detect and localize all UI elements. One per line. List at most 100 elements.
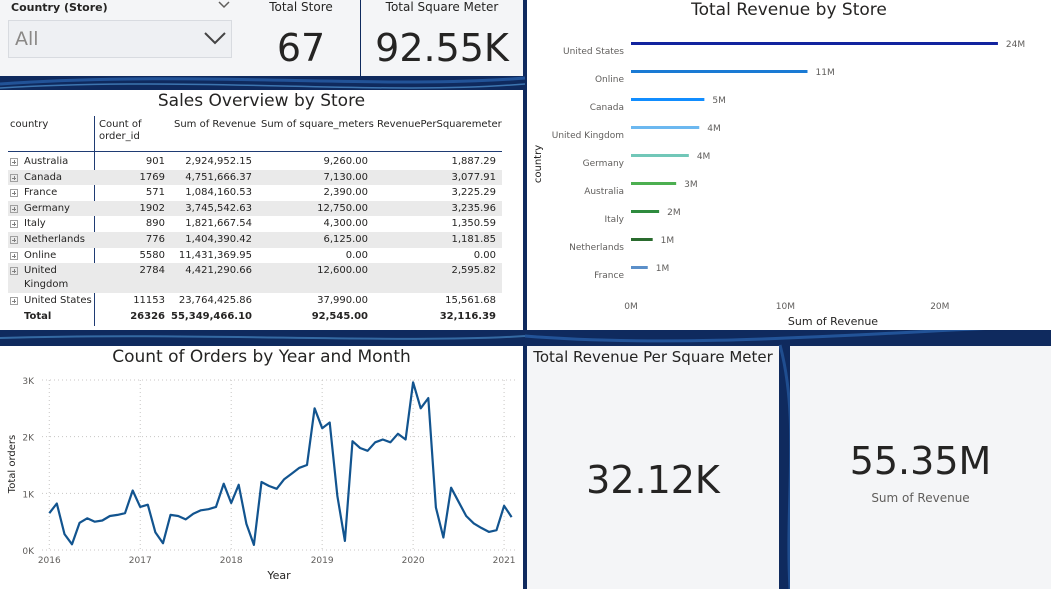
card-value: 55.35M (849, 439, 992, 483)
cell-country: Germany (24, 202, 70, 214)
y-tick-label: 3K (22, 377, 35, 387)
chevron-down-icon[interactable] (217, 0, 231, 10)
category-label: United States (563, 47, 624, 57)
total-revenue: 55,349,466.10 (171, 310, 252, 322)
data-label: 5M (712, 96, 726, 106)
cell-rpsm: 1,181.85 (451, 234, 496, 245)
expand-icon[interactable] (10, 251, 18, 260)
card-sum-revenue: 55.35M Sum of Revenue (790, 346, 1051, 589)
cell-country: Italy (24, 218, 46, 230)
cell-rpsm: 15,561.68 (445, 295, 496, 307)
cell-rpsm: 3,225.29 (451, 187, 496, 199)
cell-revenue: 4,421,290.66 (185, 265, 252, 277)
table-row: Germany 1902 3,745,542.63 12,750.00 3,235.96 (8, 200, 502, 217)
cell-rpsm: 1,887.29 (451, 156, 496, 167)
bar (631, 98, 705, 101)
dropdown-chevron-icon[interactable] (203, 30, 227, 46)
expand-icon[interactable] (10, 297, 18, 306)
y-tick-label: 2K (22, 434, 35, 444)
data-label: 1M (656, 264, 670, 274)
total-rpsm: 32,116.39 (439, 310, 496, 322)
card-title: Total Square Meter (385, 0, 499, 14)
cell-country: Australia (24, 156, 69, 167)
cell-revenue: 3,745,542.63 (185, 202, 252, 214)
revenue-by-store-chart: Total Revenue by Store United States 24M O… (527, 0, 1051, 330)
slicer-dropdown[interactable]: All (8, 20, 232, 58)
bar (631, 126, 700, 129)
data-label: 24M (1006, 40, 1025, 50)
cell-count: 901 (145, 156, 165, 167)
cell-rpsm: 2,595.82 (451, 265, 496, 277)
cell-sqm: 12,750.00 (317, 202, 368, 214)
expand-icon[interactable] (10, 236, 18, 244)
bar (631, 154, 689, 157)
table-row: Italy 890 1,821,667.54 4,300.00 1,350.59 (8, 216, 502, 232)
header-revenue[interactable]: Sum of Revenue (174, 119, 256, 131)
category-label: Netherlands (569, 243, 624, 253)
cell-revenue: 1,404,390.42 (185, 234, 252, 245)
cell-rpsm: 3,077.91 (451, 171, 496, 183)
x-tick-label: 10M (776, 302, 795, 312)
cell-sqm: 6,125.00 (323, 234, 368, 245)
header-sqm[interactable]: Sum of square_meters (261, 119, 374, 131)
cell-country: United (24, 265, 57, 277)
cell-count: 11153 (133, 295, 165, 307)
bar (631, 210, 660, 213)
category-label: Germany (583, 159, 625, 169)
data-label: 1M (661, 236, 675, 246)
data-label: 4M (707, 124, 721, 134)
data-label: 2M (667, 208, 681, 218)
table-row: France 571 1,084,160.53 2,390.00 3,225.29 (8, 185, 502, 201)
expand-icon[interactable] (10, 204, 18, 213)
country-slicer[interactable]: Country (Store) All (0, 0, 242, 76)
cell-rpsm: 3,235.96 (451, 202, 496, 214)
expand-icon[interactable] (10, 158, 18, 166)
expand-icon[interactable] (10, 173, 18, 182)
cell-rpsm: 0.00 (473, 249, 496, 261)
cell-revenue: 2,924,952.15 (185, 156, 252, 167)
card-total-store: Total Store 67 (242, 0, 360, 76)
category-label: Australia (584, 187, 624, 197)
table-row: Australia 901 2,924,952.15 9,260.00 1,887.29 (8, 154, 502, 170)
card-value: 67 (276, 26, 326, 70)
y-axis-title: country (533, 145, 544, 183)
bar (631, 70, 808, 73)
line-chart-svg: 0K 1K 2K 3K 2016 2017 2018 2019 2020 2021 Year Tota… (7, 377, 516, 582)
cell-total-label: Total (24, 310, 52, 322)
cell-count: 890 (145, 218, 165, 230)
cell-sqm: 37,990.00 (317, 295, 368, 307)
cell-sqm: 2,390.00 (323, 187, 368, 199)
header-country[interactable]: country (10, 119, 48, 131)
orders-line-chart: Count of Orders by Year and Month 0K 1K 2K… (0, 346, 523, 589)
table-row: Online 5580 11,431,369.95 0.00 0.00 (8, 248, 502, 264)
card-title: Total Store (269, 0, 333, 14)
card-total-square-meter: Total Square Meter 92.55K (361, 0, 523, 76)
cell-sqm: 0.00 (345, 249, 368, 261)
cell-country: United States (24, 295, 92, 307)
cell-sqm: 9,260.00 (323, 156, 368, 167)
card-value: 92.55K (375, 26, 509, 70)
expand-icon[interactable] (10, 220, 18, 229)
data-label: 3M (684, 180, 698, 190)
expand-icon[interactable] (10, 267, 18, 276)
category-label: Italy (604, 215, 624, 225)
cell-country: Canada (24, 171, 63, 183)
card-label: Sum of Revenue (871, 491, 970, 505)
x-tick-label: 2016 (38, 556, 61, 566)
header-rpsm[interactable]: RevenuePerSquaremeter (377, 119, 502, 131)
cell-sqm: 12,600.00 (317, 265, 368, 277)
cell-revenue: 4,751,666.37 (185, 171, 252, 183)
cell-count: 5580 (139, 249, 165, 261)
x-tick-label: 2021 (493, 556, 516, 566)
slicer-selected-value: All (15, 28, 39, 50)
expand-icon[interactable] (10, 189, 18, 198)
series-line (48, 381, 513, 546)
total-sqm: 92,545.00 (311, 310, 368, 322)
header-count-line1[interactable]: Count of (99, 119, 142, 131)
y-axis-title: Total orders (7, 435, 18, 494)
cell-count: 2784 (139, 265, 165, 277)
cell-sqm: 7,130.00 (323, 171, 368, 183)
x-tick-label: 0M (624, 302, 638, 312)
table-total-row: Total 26326 55,349,466.10 92,545.00 32,116.3… (8, 309, 502, 325)
header-count-line2[interactable]: order_id (99, 131, 140, 143)
